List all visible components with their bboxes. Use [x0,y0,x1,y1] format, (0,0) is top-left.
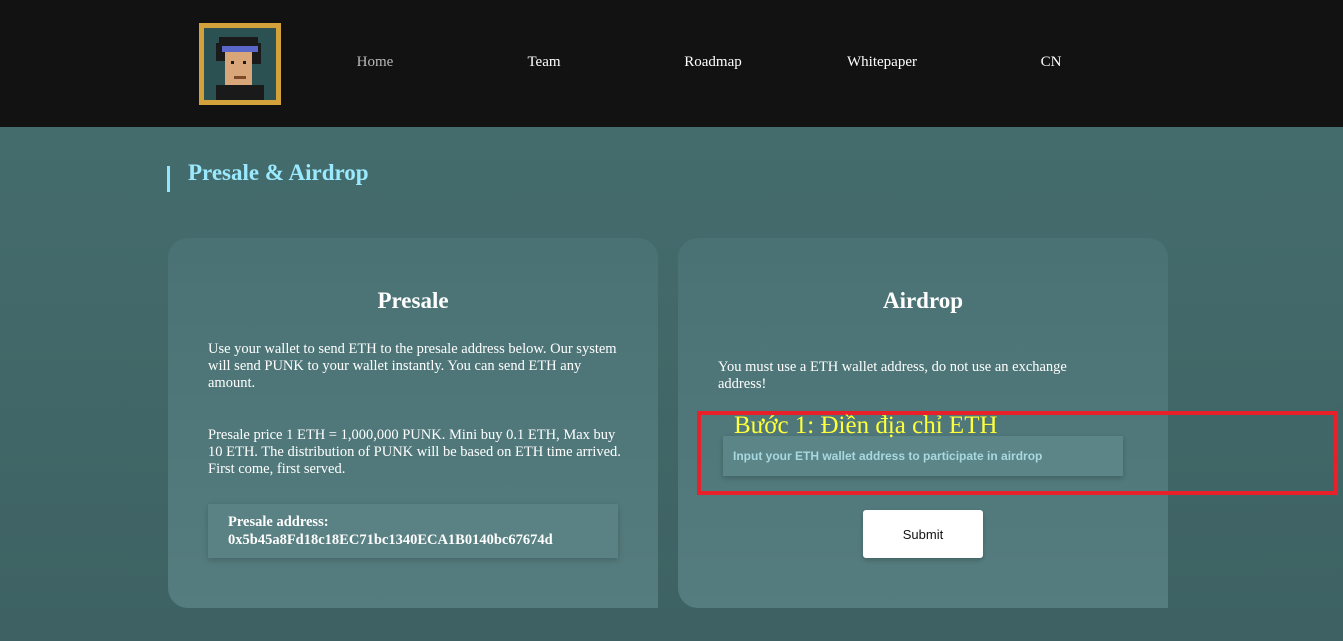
punk-avatar-icon [204,28,276,100]
nav-home[interactable]: Home [357,54,394,71]
section-title-bar [167,166,170,192]
presale-address-box: Presale address: 0x5b45a8Fd18c18EC71bc13… [208,504,618,558]
top-navigation-bar: Home Team Roadmap Whitepaper CN [0,0,1343,127]
airdrop-instructions: You must use a ETH wallet address, do no… [718,359,1067,392]
presale-address-value: 0x5b45a8Fd18c18EC71bc1340ECA1B0140bc6767… [228,532,553,548]
nav-roadmap[interactable]: Roadmap [684,54,742,71]
nav-team[interactable]: Team [527,54,560,71]
annotation-step-label: Bước 1: Điền địa chỉ ETH [734,412,998,439]
presale-title: Presale [377,288,449,313]
nav-whitepaper[interactable]: Whitepaper [847,54,917,71]
page-title: Presale & Airdrop [188,160,369,185]
submit-button[interactable]: Submit [863,510,983,558]
presale-price-info: Presale price 1 ETH = 1,000,000 PUNK. Mi… [208,427,621,477]
presale-instructions: Use your wallet to send ETH to the presa… [208,341,617,391]
punk-logo[interactable] [199,23,281,105]
airdrop-title: Airdrop [882,288,964,313]
nav-language-cn[interactable]: CN [1041,54,1062,71]
presale-address-label: Presale address: [228,514,329,530]
presale-card: Presale Use your wallet to send ETH to t… [168,238,658,608]
